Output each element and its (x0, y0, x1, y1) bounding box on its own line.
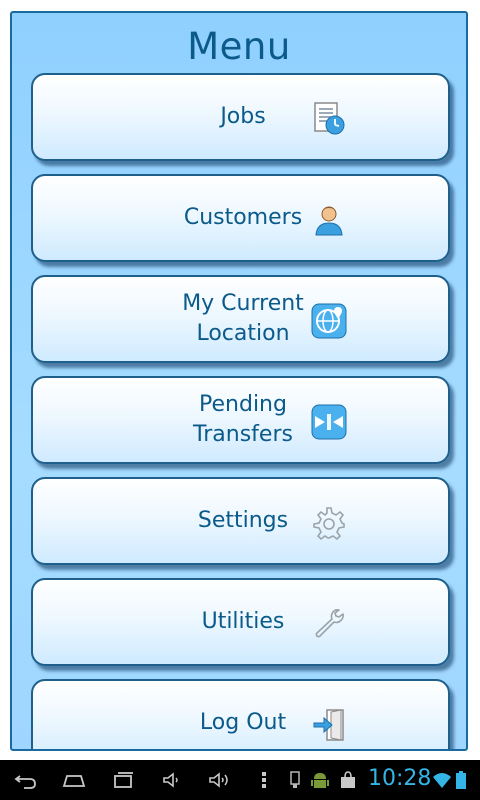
menu-icon[interactable] (252, 768, 276, 792)
home-icon[interactable] (62, 768, 86, 792)
menu-item-settings[interactable]: Settings (31, 477, 450, 565)
system-navigation-bar: 10:28 (0, 760, 480, 800)
battery-icon (455, 770, 467, 790)
menu-panel: Menu Jobs Customers My Current Location … (10, 11, 468, 751)
menu-item-log-out[interactable]: Log Out (31, 679, 450, 749)
menu-item-jobs[interactable]: Jobs (31, 73, 450, 161)
usb-icon (285, 770, 305, 790)
wrench-icon (311, 606, 347, 642)
wifi-icon (432, 770, 452, 790)
customer-icon (311, 202, 347, 238)
shopping-bag-icon (338, 770, 358, 790)
android-debug-icon (310, 770, 330, 790)
volume-up-icon[interactable] (208, 768, 232, 792)
status-clock: 10:28 (368, 766, 432, 791)
gear-icon (311, 505, 347, 541)
page-title: Menu (187, 25, 291, 68)
logout-door-icon (311, 707, 347, 743)
menu-item-customers[interactable]: Customers (31, 174, 450, 262)
transfers-icon (311, 404, 347, 440)
menu-item-utilities[interactable]: Utilities (31, 578, 450, 666)
location-globe-icon (311, 303, 347, 339)
menu-item-pending-transfers[interactable]: Pending Transfers (31, 376, 450, 464)
menu-item-my-current-location[interactable]: My Current Location (31, 275, 450, 363)
jobs-icon (311, 101, 347, 137)
recent-apps-icon[interactable] (112, 768, 136, 792)
screen: Menu Jobs Customers My Current Location … (0, 0, 480, 800)
back-icon[interactable] (14, 768, 38, 792)
volume-down-icon[interactable] (160, 768, 184, 792)
